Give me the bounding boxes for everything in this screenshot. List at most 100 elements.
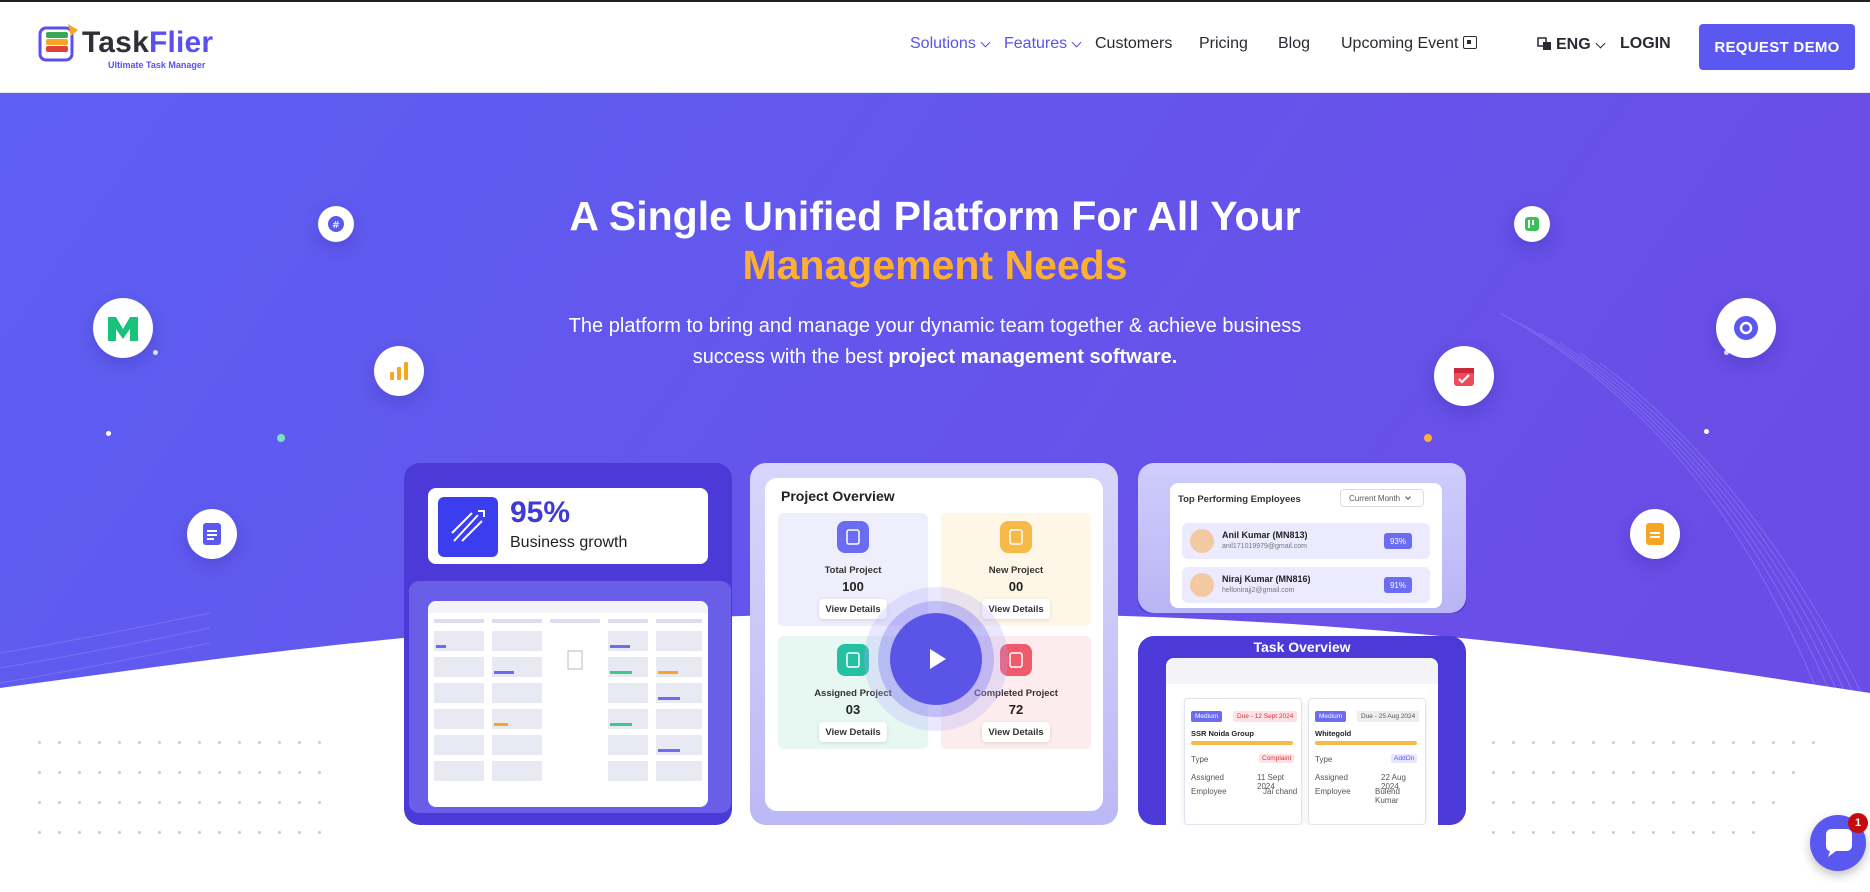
- overview-new-title: New Project: [988, 565, 1044, 576]
- overview-total-value: 100: [842, 579, 864, 594]
- decor-dot: [277, 434, 285, 442]
- employee-label: Employee: [1315, 787, 1351, 796]
- nav-upcoming-event[interactable]: Upcoming Event: [1341, 35, 1478, 53]
- play-video-button[interactable]: [890, 613, 982, 705]
- overview-cell-total: Total Project 100 View Details: [778, 513, 928, 626]
- avatar: [1190, 529, 1214, 553]
- hero-title-line1: A Single Unified Platform For All Your: [569, 193, 1301, 239]
- document-icon: [837, 521, 869, 553]
- nav-customers[interactable]: Customers: [1095, 35, 1172, 53]
- employee-name: Anil Kumar (MN813): [1222, 530, 1308, 540]
- chevron-down-icon: [980, 37, 991, 48]
- chevron-down-icon: [1595, 38, 1606, 49]
- file-icon: [1630, 509, 1680, 559]
- rocket-icon: [438, 497, 498, 557]
- nav-upcoming-label: Upcoming Event: [1341, 35, 1459, 52]
- project-overview-title: Project Overview: [781, 488, 895, 504]
- logo-word-task: Task: [82, 26, 149, 59]
- chevron-down-icon: [1071, 37, 1082, 48]
- nav-blog[interactable]: Blog: [1278, 35, 1310, 53]
- hero-subtitle-line1: The platform to bring and manage your dy…: [568, 315, 1302, 337]
- logo-tagline: Ultimate Task Manager: [108, 60, 206, 70]
- calendar-icon: [1463, 36, 1478, 49]
- hero-subtitle-line2: success with the best project management…: [0, 342, 1870, 373]
- overview-assigned-value: 03: [845, 702, 861, 717]
- task-board-preview: [428, 601, 708, 781]
- view-details-button[interactable]: View Details: [982, 722, 1050, 742]
- chat-unread-badge: 1: [1848, 813, 1868, 833]
- task-overview-title: Task Overview: [1253, 639, 1351, 655]
- view-details-button[interactable]: View Details: [982, 599, 1050, 619]
- logo-wordmark: TaskFlier: [82, 26, 213, 60]
- hero-title-line2: Management Needs: [742, 242, 1128, 288]
- avatar: [1190, 573, 1214, 597]
- task-card[interactable]: Medium Due - 12 Sept 2024 SSR Noida Grou…: [1184, 698, 1302, 825]
- employee-email: hellonirajj2@gmail.com: [1222, 587, 1295, 594]
- task-card[interactable]: Medium Due - 25 Aug 2024 Whitegold Type …: [1308, 698, 1426, 825]
- type-value: AddOn: [1391, 754, 1418, 763]
- growth-card: 95% Business growth: [404, 463, 732, 825]
- employee-value: Jai chand: [1263, 787, 1298, 796]
- growth-label: Business growth: [510, 534, 628, 551]
- site-header: TaskFlier Ultimate Task Manager Solution…: [0, 2, 1870, 93]
- hero-subtitle-plain: success with the best: [692, 346, 889, 368]
- growth-value: 95%: [510, 496, 571, 529]
- decor-dot: [1704, 429, 1709, 434]
- employee-name: Niraj Kumar (MN816): [1222, 574, 1311, 584]
- top-employees-card: Top Performing Employees Current Month A…: [1138, 463, 1466, 613]
- period-select[interactable]: Current Month: [1340, 489, 1424, 507]
- view-details-button[interactable]: View Details: [819, 722, 887, 742]
- decor-dot: [153, 350, 158, 355]
- calendar-check-icon: [1434, 346, 1494, 406]
- logo-icon: [38, 24, 78, 62]
- employee-score: 93%: [1384, 533, 1412, 549]
- decor-dot: [106, 431, 111, 436]
- document-icon: [837, 644, 869, 676]
- dot-grid-right: [1492, 741, 1832, 841]
- language-selector[interactable]: ENG: [1537, 35, 1606, 54]
- task-overview-panel: Medium Due - 12 Sept 2024 SSR Noida Grou…: [1166, 658, 1438, 825]
- overview-new-value: 00: [1008, 579, 1024, 594]
- nav-pricing[interactable]: Pricing: [1199, 35, 1248, 53]
- task-project: SSR Noida Group: [1191, 729, 1254, 738]
- decor-dot: [1424, 434, 1432, 442]
- type-value: Complaint: [1259, 754, 1295, 763]
- dot-grid-left: [38, 741, 338, 841]
- employee-row[interactable]: Niraj Kumar (MN816) hellonirajj2@gmail.c…: [1182, 567, 1430, 603]
- employee-score: 91%: [1384, 577, 1412, 593]
- hashtag-icon: #: [318, 206, 354, 242]
- document-icon: [187, 509, 237, 559]
- employee-email: anil171019979@gmail.com: [1222, 543, 1307, 550]
- board-icon: [1514, 206, 1550, 242]
- play-icon: [930, 649, 946, 669]
- login-link[interactable]: LOGIN: [1620, 35, 1671, 53]
- employee-label: Employee: [1191, 787, 1227, 796]
- request-demo-button[interactable]: REQUEST DEMO: [1699, 24, 1855, 70]
- logo[interactable]: TaskFlier Ultimate Task Manager: [38, 22, 218, 74]
- employee-value: Bulend Kumar: [1375, 787, 1400, 805]
- overview-cell-new: New Project 00 View Details: [941, 513, 1091, 626]
- task-overview-card: Task Overview Medium Due - 12 Sept 2024 …: [1138, 636, 1466, 825]
- assigned-label: Assigned: [1191, 773, 1224, 782]
- nav-solutions[interactable]: Solutions: [910, 35, 991, 53]
- hero-section: A Single Unified Platform For All Your M…: [0, 93, 1870, 892]
- top-employees-panel: Top Performing Employees Current Month A…: [1170, 483, 1442, 608]
- type-label: Type: [1315, 755, 1333, 764]
- task-board-screenshot: [428, 601, 708, 807]
- translate-icon: [1537, 37, 1551, 50]
- hero-subtitle-bold: project management software.: [888, 346, 1178, 368]
- top-employees-title: Top Performing Employees: [1178, 494, 1301, 505]
- medium-logo-icon: [93, 298, 153, 358]
- view-details-button[interactable]: View Details: [819, 599, 887, 619]
- overview-total-title: Total Project: [824, 565, 882, 576]
- nav-features[interactable]: Features: [1004, 35, 1082, 53]
- nav-solutions-label: Solutions: [910, 35, 976, 52]
- language-label: ENG: [1556, 36, 1591, 53]
- task-progress: [1191, 741, 1293, 745]
- priority-badge: Medium: [1191, 711, 1223, 722]
- task-progress: [1315, 741, 1417, 745]
- employee-row[interactable]: Anil Kumar (MN813) anil171019979@gmail.c…: [1182, 523, 1430, 559]
- due-badge: Due - 25 Aug 2024: [1357, 711, 1420, 722]
- assigned-label: Assigned: [1315, 773, 1348, 782]
- svg-text:#: #: [332, 220, 340, 231]
